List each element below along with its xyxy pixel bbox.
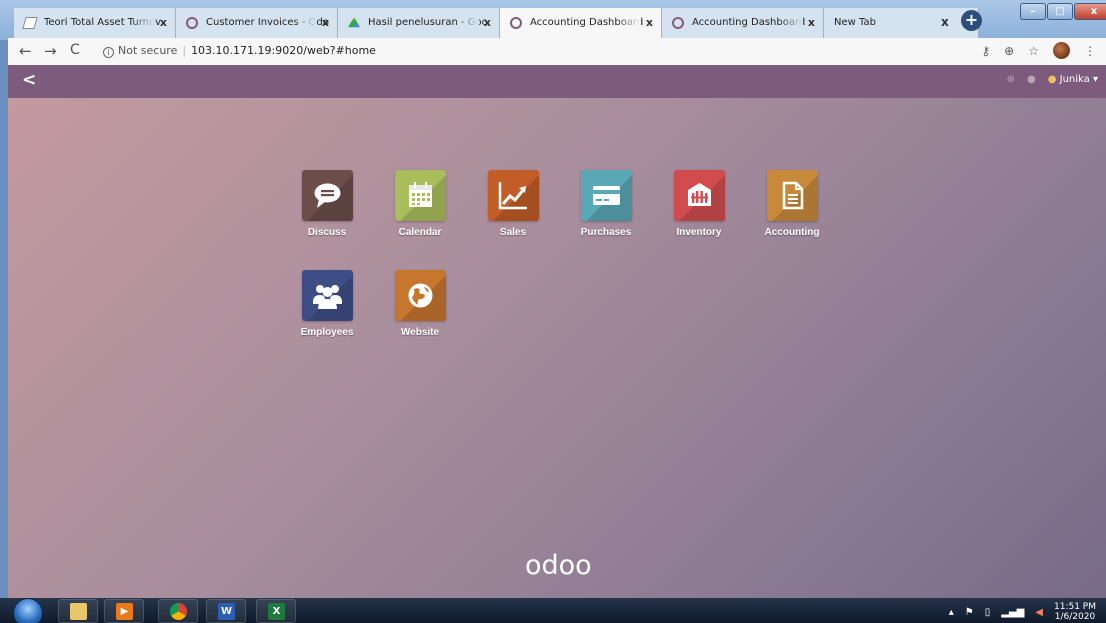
tab-accounting-dashboard-active[interactable]: Accounting Dashboard x xyxy=(500,8,662,38)
key-icon[interactable]: ⚷ xyxy=(981,44,990,58)
maximize-button[interactable]: □ xyxy=(1047,3,1073,20)
systray: ⊕ ● ● Junika ▾ xyxy=(1007,74,1098,85)
signal-icon[interactable]: ▂▄▆ xyxy=(1001,607,1024,618)
activity-icon[interactable]: ⊕ xyxy=(1007,74,1015,85)
odoo-icon xyxy=(672,17,684,29)
window-controls: – □ x xyxy=(1020,3,1106,20)
clock-date: 1/6/2020 xyxy=(1054,612,1096,622)
user-icon: ● xyxy=(1047,74,1057,85)
tab-hasil-penelusuran[interactable]: Hasil penelusuran - Goo x xyxy=(338,8,500,38)
address-bar[interactable]: i Not secure | 103.10.171.19:9020/web?#home xyxy=(103,42,376,60)
warehouse-icon xyxy=(673,170,725,221)
close-tab-icon[interactable]: x xyxy=(646,8,653,38)
folder-icon xyxy=(70,603,87,620)
new-tab-button[interactable]: + xyxy=(961,10,982,31)
tab-title: New Tab xyxy=(834,17,876,28)
app-label: Employees xyxy=(300,327,354,338)
url-text: 103.10.171.19:9020/web?#home xyxy=(191,44,376,57)
app-sales[interactable]: Sales xyxy=(477,170,549,238)
tab-new-tab[interactable]: New Tab xyxy=(824,8,979,38)
app-accounting[interactable]: Accounting xyxy=(756,170,828,238)
calendar-icon xyxy=(394,170,446,221)
credit-card-icon xyxy=(580,170,632,221)
chart-line-icon xyxy=(487,170,539,221)
odoo-navbar: < ⊕ ● ● Junika ▾ xyxy=(8,65,1106,98)
chrome-icon xyxy=(170,603,187,620)
home-menu: Discuss Calendar Sales Purchases Invento xyxy=(8,98,1106,598)
odoo-icon xyxy=(186,17,198,29)
taskbar-excel[interactable]: X xyxy=(256,599,296,623)
profile-avatar[interactable] xyxy=(1053,42,1070,59)
reload-icon[interactable]: C xyxy=(70,42,80,58)
app-label: Website xyxy=(400,327,440,338)
bookmark-star-icon[interactable]: ☆ xyxy=(1028,44,1039,58)
app-website[interactable]: Website xyxy=(384,270,456,338)
app-label: Purchases xyxy=(580,227,632,238)
battery-icon[interactable]: ▯ xyxy=(985,607,991,618)
app-purchases[interactable]: Purchases xyxy=(570,170,642,238)
omnibox-divider: | xyxy=(182,44,187,57)
excel-icon: X xyxy=(268,603,285,620)
close-tab-icon[interactable]: x xyxy=(484,8,491,38)
tab-accounting-dashboard[interactable]: Accounting Dashboard x xyxy=(662,8,824,38)
chevron-left-icon[interactable]: < xyxy=(22,70,36,90)
security-label: Not secure xyxy=(118,44,178,57)
forward-arrow-icon[interactable]: → xyxy=(44,42,57,60)
app-inventory[interactable]: Inventory xyxy=(663,170,735,238)
windows-taskbar: ▶ W X ▴ ⚑ ▯ ▂▄▆ ◀ 11:51 PM 1/6/2020 xyxy=(0,598,1106,623)
odoo-logo: odoo xyxy=(525,550,592,581)
clock-time: 11:51 PM xyxy=(1054,602,1096,612)
messaging-icon[interactable]: ● xyxy=(1027,74,1036,85)
close-window-button[interactable]: x xyxy=(1074,3,1106,20)
close-tab-icon[interactable]: x xyxy=(322,8,329,38)
minimize-button[interactable]: – xyxy=(1020,3,1046,20)
browser-title-bar: Teori Total Asset Turnov x Customer Invo… xyxy=(0,0,1106,40)
menu-dots-icon[interactable]: ⋮ xyxy=(1084,44,1096,58)
taskbar-file-explorer[interactable] xyxy=(58,599,98,623)
close-tab-icon[interactable]: x xyxy=(160,8,167,38)
show-hidden-icons-icon[interactable]: ▴ xyxy=(949,607,954,618)
user-menu[interactable]: ● Junika ▾ xyxy=(1048,74,1098,85)
user-name: Junika xyxy=(1059,74,1090,85)
document-icon xyxy=(766,170,818,221)
app-calendar[interactable]: Calendar xyxy=(384,170,456,238)
app-label: Accounting xyxy=(764,227,820,238)
app-label: Sales xyxy=(499,227,527,238)
app-label: Calendar xyxy=(398,227,442,238)
app-discuss[interactable]: Discuss xyxy=(291,170,363,238)
app-label: Discuss xyxy=(307,227,347,238)
taskbar-media-player[interactable]: ▶ xyxy=(104,599,144,623)
caret-down-icon: ▾ xyxy=(1092,74,1098,85)
document-icon xyxy=(22,17,38,29)
taskbar-word[interactable]: W xyxy=(206,599,246,623)
tab-strip: Teori Total Asset Turnov x Customer Invo… xyxy=(14,8,979,38)
action-center-flag-icon[interactable]: ⚑ xyxy=(965,607,974,618)
tab-teori[interactable]: Teori Total Asset Turnov x xyxy=(14,8,176,38)
taskbar-chrome[interactable] xyxy=(158,599,198,623)
word-icon: W xyxy=(218,603,235,620)
browser-toolbar: ← → C i Not secure | 103.10.171.19:9020/web… xyxy=(8,38,1106,65)
users-icon xyxy=(301,270,353,321)
chat-bubble-icon xyxy=(301,170,353,221)
tab-customer-invoices[interactable]: Customer Invoices - Odo x xyxy=(176,8,338,38)
zoom-icon[interactable]: ⊕ xyxy=(1004,44,1014,58)
close-tab-icon[interactable]: x xyxy=(941,15,949,29)
start-button[interactable] xyxy=(13,598,43,623)
clock[interactable]: 11:51 PM 1/6/2020 xyxy=(1054,602,1096,622)
app-label: Inventory xyxy=(676,227,722,238)
globe-icon xyxy=(394,270,446,321)
volume-muted-icon[interactable]: ◀ xyxy=(1035,607,1043,618)
google-drive-icon xyxy=(348,17,360,28)
system-tray: ▴ ⚑ ▯ ▂▄▆ ◀ 11:51 PM 1/6/2020 xyxy=(949,602,1096,622)
odoo-icon xyxy=(510,17,522,29)
info-icon[interactable]: i xyxy=(103,47,114,58)
play-icon: ▶ xyxy=(116,603,133,620)
back-arrow-icon[interactable]: ← xyxy=(19,42,32,60)
close-tab-icon[interactable]: x xyxy=(808,8,815,38)
app-employees[interactable]: Employees xyxy=(291,270,363,338)
